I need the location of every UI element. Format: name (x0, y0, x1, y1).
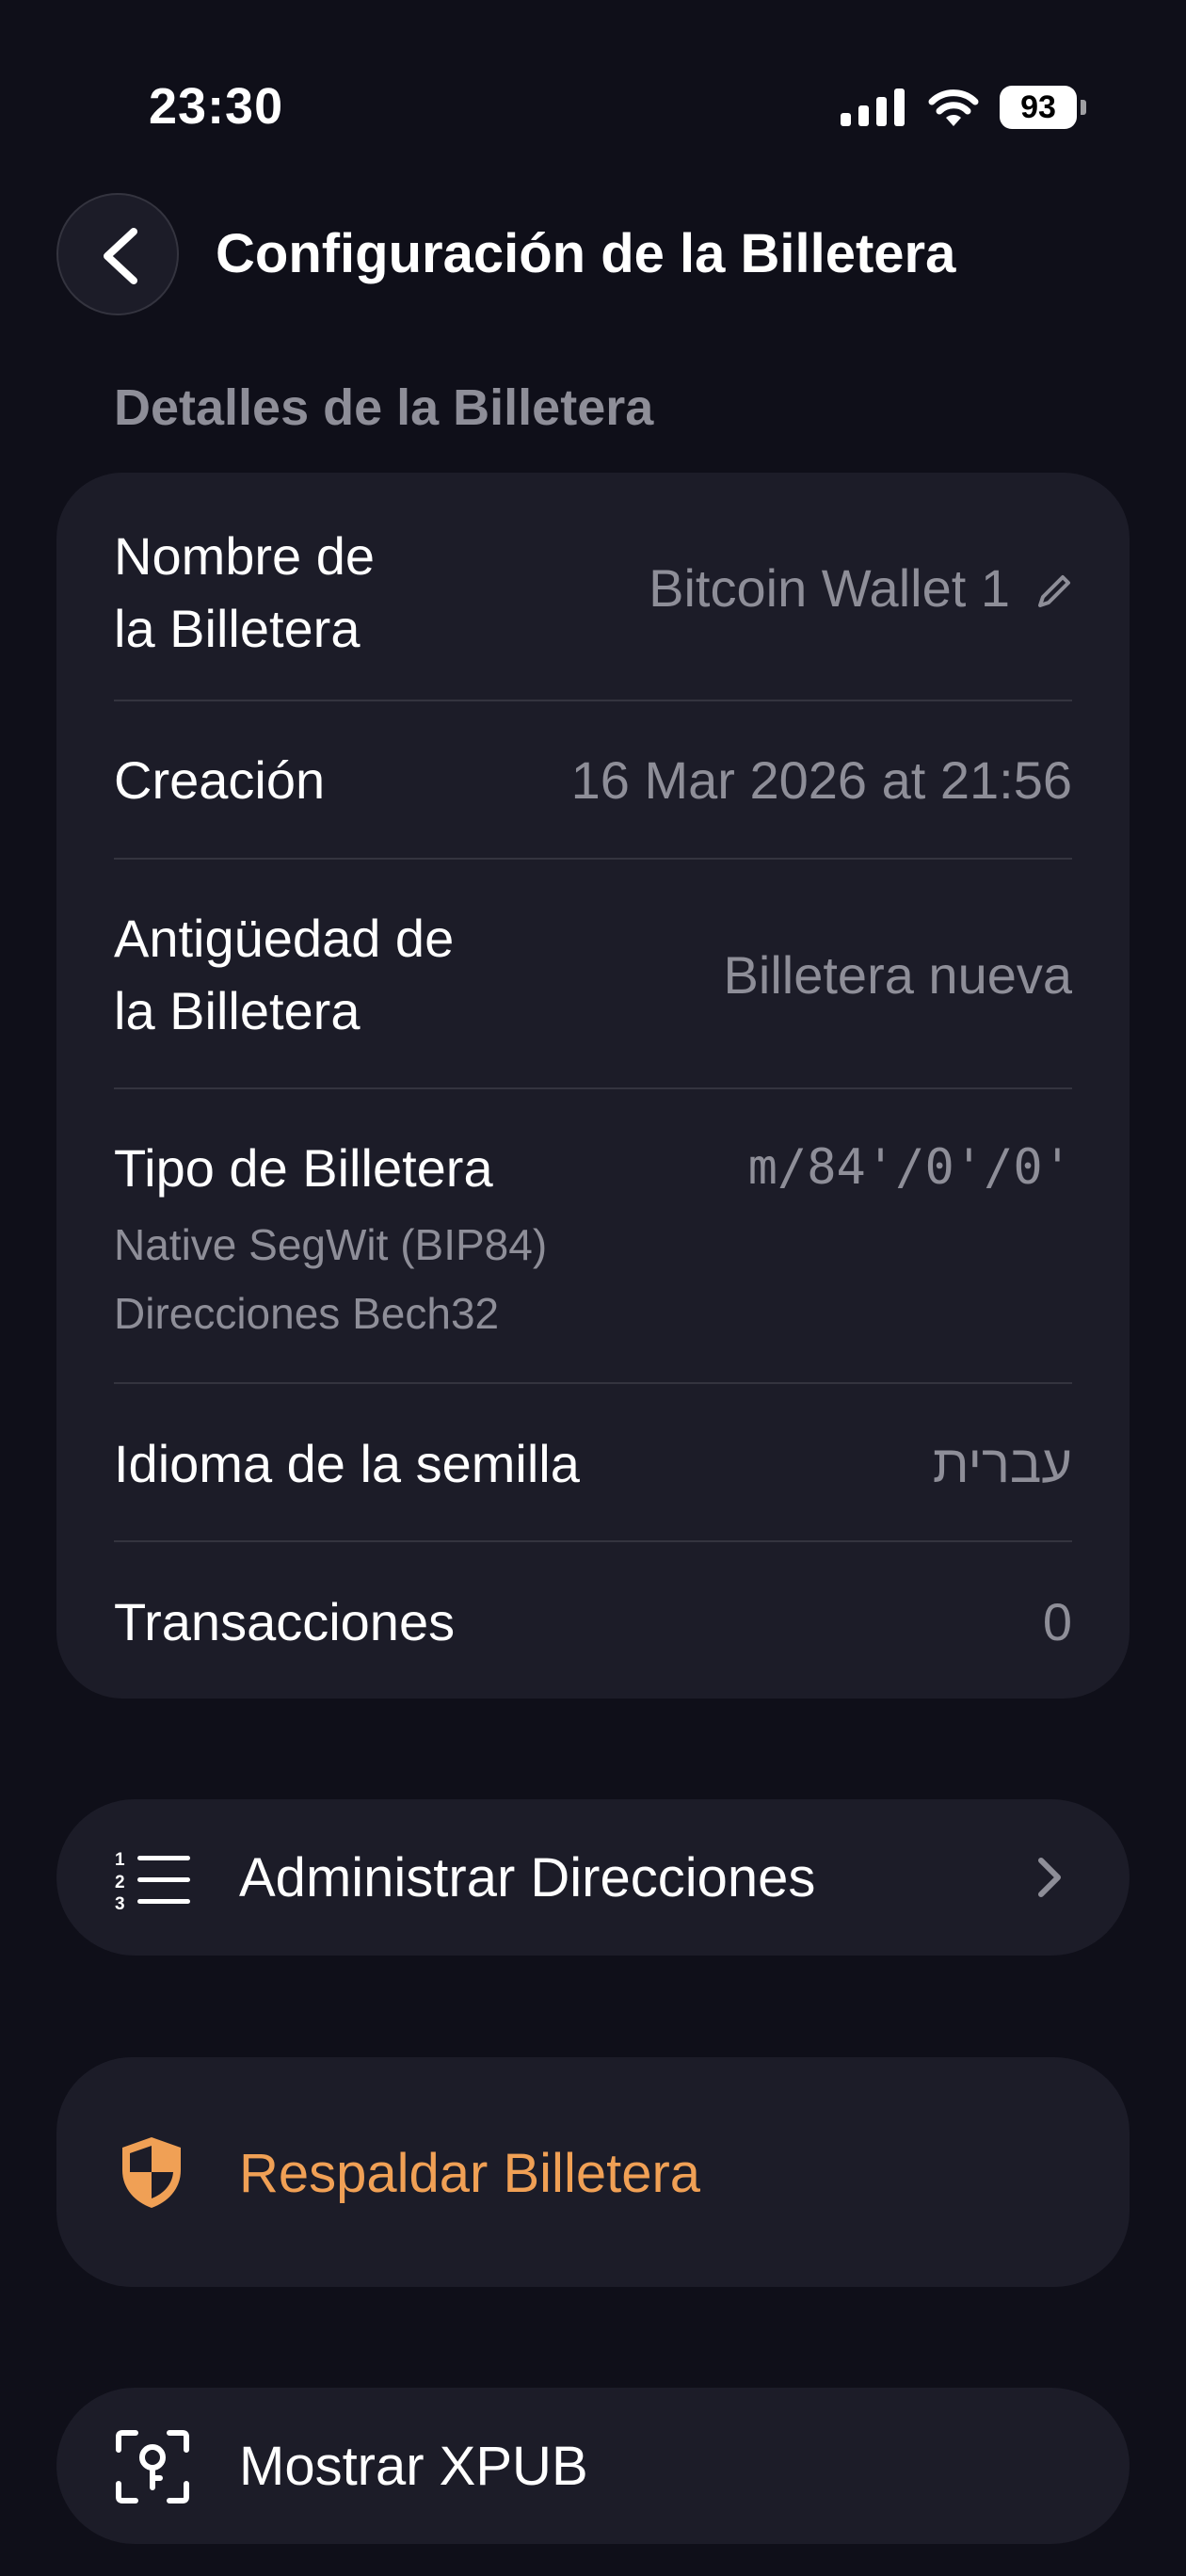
wallet-name-label-line1: Nombre de (114, 526, 376, 586)
seed-language-label: Idioma de la semilla (114, 1434, 580, 1493)
page-title: Configuración de la Billetera (216, 223, 956, 284)
seed-language-value: עברית (932, 1434, 1072, 1493)
type-subtitle-1: Native SegWit (BIP84) (114, 1220, 548, 1269)
show-xpub-label: Mostrar XPUB (239, 2436, 588, 2497)
chevron-right-icon (1038, 1858, 1061, 1897)
created-value: 16 Mar 2026 at 21:56 (570, 750, 1072, 810)
divider (114, 700, 1072, 701)
shield-icon (122, 2137, 181, 2208)
age-label-line1: Antigüedad de (114, 909, 455, 968)
transactions-value: 0 (1042, 1592, 1072, 1651)
battery-level: 93 (1000, 86, 1077, 129)
age-label-line2: la Billetera (114, 981, 361, 1040)
derivation-path-value: m/84'/0'/0' (747, 1139, 1072, 1196)
wallet-name-label-line2: la Billetera (114, 599, 361, 658)
numbered-list-icon: 1 2 3 (115, 1850, 190, 1910)
svg-text:1: 1 (115, 1850, 125, 1870)
wallet-type-row: Tipo de Billetera m/84'/0'/0' Native Seg… (114, 1132, 1072, 1348)
backup-wallet-button[interactable]: Respaldar Billetera (56, 2057, 1130, 2287)
age-value: Billetera nueva (723, 945, 1072, 1005)
wallet-age-row: Antigüedad de la Billetera Billetera nue… (114, 902, 1072, 1053)
svg-text:3: 3 (115, 1894, 125, 1910)
wallet-name-value: Bitcoin Wallet 1 (649, 558, 1010, 618)
wallet-details-card: Nombre de la Billetera Bitcoin Wallet 1 (56, 473, 1130, 1699)
chevron-left-icon (104, 228, 137, 284)
manage-addresses-button[interactable]: 1 2 3 Administrar Direcciones (56, 1799, 1130, 1956)
status-time: 23:30 (149, 78, 284, 135)
wifi-icon (928, 89, 979, 126)
cellular-signal-icon (841, 89, 905, 126)
status-bar: 23:30 93 (0, 0, 1186, 188)
key-scan-icon (116, 2430, 189, 2504)
created-label: Creación (114, 750, 326, 810)
type-subtitle-2: Direcciones Bech32 (114, 1289, 500, 1338)
wallet-name-row[interactable]: Nombre de la Billetera Bitcoin Wallet 1 (114, 520, 1072, 658)
battery-icon: 93 (1000, 86, 1086, 129)
type-label: Tipo de Billetera (114, 1138, 493, 1198)
divider (114, 1540, 1072, 1542)
divider (114, 858, 1072, 860)
divider (114, 1087, 1072, 1089)
svg-text:2: 2 (115, 1873, 125, 1892)
transactions-label: Transacciones (114, 1592, 456, 1651)
transactions-row: Transacciones 0 (114, 1586, 1072, 1661)
divider (114, 1382, 1072, 1384)
created-row: Creación 16 Mar 2026 at 21:56 (114, 744, 1072, 819)
show-xpub-button[interactable]: Mostrar XPUB (56, 2388, 1130, 2544)
seed-language-row: Idioma de la semilla עברית (114, 1427, 1072, 1503)
section-title: Detalles de la Billetera (114, 379, 654, 436)
back-button[interactable] (56, 193, 179, 315)
manage-addresses-label: Administrar Direcciones (239, 1847, 816, 1908)
backup-wallet-label: Respaldar Billetera (239, 2143, 701, 2204)
pencil-icon[interactable] (1034, 573, 1072, 611)
